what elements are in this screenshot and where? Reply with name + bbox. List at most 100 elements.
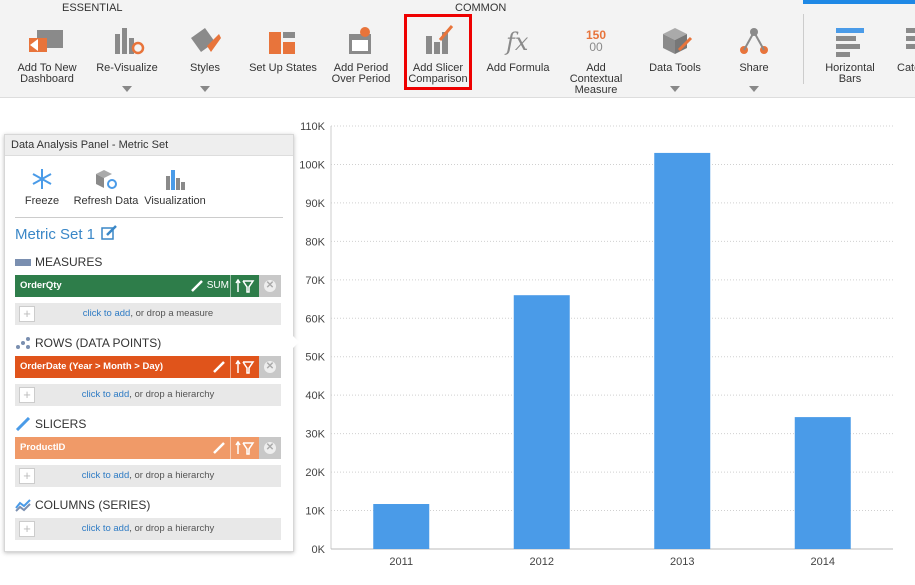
chevron-down-icon[interactable] — [122, 86, 132, 92]
bar-2013 — [654, 152, 711, 549]
chevron-down-icon[interactable] — [670, 86, 680, 92]
freeze-label: Freeze — [24, 195, 60, 207]
pencil-icon[interactable] — [213, 442, 225, 457]
freeze-button[interactable]: Freeze — [21, 167, 63, 207]
slicer-comparison-icon — [400, 22, 476, 60]
measure-pill-name: OrderQty — [20, 280, 62, 291]
data-tools-icon — [637, 22, 713, 60]
metric-set-title[interactable]: Metric Set 1 — [15, 225, 118, 245]
add-formula-label: Add Formula — [486, 62, 550, 74]
data-analysis-panel: Data Analysis Panel - Metric Set Freeze … — [4, 134, 294, 552]
group-label-essential: ESSENTIAL — [62, 2, 123, 14]
category-label-partial: Cate — [897, 62, 915, 74]
sort-filter-icon[interactable] — [230, 437, 259, 459]
slicers-header: SLICERS — [15, 417, 86, 431]
slicers-drop-zone[interactable]: + click to add, or drop a hierarchy — [15, 465, 281, 487]
slicer-icon — [15, 417, 31, 431]
series-icon — [15, 499, 31, 512]
slicers-label: SLICERS — [35, 417, 87, 431]
chevron-down-icon[interactable] — [200, 86, 210, 92]
measures-label: MEASURES — [35, 255, 103, 269]
remove-icon[interactable]: ✕ — [259, 437, 281, 459]
group-label-common: COMMON — [455, 2, 507, 14]
refresh-data-button[interactable]: Refresh Data — [73, 167, 139, 207]
sort-filter-icon[interactable] — [230, 356, 259, 378]
y-tick-label: 60K — [305, 313, 325, 325]
horizontal-bars-button[interactable]: Horizontal Bars — [812, 14, 888, 96]
add-formula-button[interactable]: fx Add Formula — [480, 14, 556, 96]
share-label: Share — [739, 62, 769, 74]
horizontal-bars-label-1: Horizontal — [825, 62, 875, 74]
share-button[interactable]: Share — [716, 14, 792, 96]
refresh-data-icon — [73, 167, 139, 191]
category-button-partial[interactable]: Cate — [891, 14, 915, 96]
click-to-add-link[interactable]: click to add — [83, 308, 131, 319]
scatter-icon — [16, 337, 30, 349]
calendar-icon — [323, 22, 399, 60]
columns-drop-zone[interactable]: + click to add, or drop a hierarchy — [15, 518, 281, 540]
x-tick-label: 2013 — [670, 556, 694, 568]
y-tick-label: 50K — [305, 352, 325, 364]
drop-hierarchy-text: , or drop a hierarchy — [129, 470, 215, 481]
toolbar-ribbon: ESSENTIAL COMMON Add To New Dashboard Re… — [0, 0, 915, 98]
slicer-pill-name: ProductID — [20, 442, 66, 453]
row-pill-orderdate[interactable]: OrderDate (Year > Month > Day) ✕ — [15, 356, 281, 378]
styles-button[interactable]: Styles — [167, 14, 243, 96]
paint-bucket-icon — [167, 22, 243, 60]
data-tools-label: Data Tools — [649, 62, 701, 74]
x-tick-label: 2014 — [811, 556, 835, 568]
y-tick-label: 10K — [305, 506, 325, 518]
click-to-add-link[interactable]: click to add — [82, 470, 130, 481]
rows-header: ROWS (DATA POINTS) — [15, 336, 161, 350]
remove-icon[interactable]: ✕ — [259, 356, 281, 378]
measure-pill-orderqty[interactable]: OrderQty SUM ✕ — [15, 275, 281, 297]
measure-aggregation[interactable]: SUM — [207, 275, 229, 297]
active-tab-indicator — [803, 0, 915, 4]
drop-measure-text: , or drop a measure — [130, 308, 214, 319]
horizontal-bars-icon — [812, 22, 888, 60]
add-slicer-label-1: Add Slicer — [412, 62, 464, 74]
click-to-add-link[interactable]: click to add — [82, 523, 130, 534]
revisualize-button[interactable]: Re-Visualize — [89, 14, 165, 96]
snowflake-icon — [21, 167, 63, 191]
columns-header: COLUMNS (SERIES) — [15, 498, 150, 512]
styles-label: Styles — [190, 62, 220, 74]
category-icon — [891, 22, 915, 60]
pencil-icon[interactable] — [191, 280, 203, 295]
remove-icon[interactable]: ✕ — [259, 275, 281, 297]
chevron-down-icon[interactable] — [749, 86, 759, 92]
share-icon — [716, 22, 792, 60]
drop-hierarchy-text: , or drop a hierarchy — [129, 523, 215, 534]
setup-states-label: Set Up States — [249, 62, 317, 74]
bar-2014 — [794, 417, 851, 549]
add-contextual-label-1: Add — [586, 62, 606, 74]
measures-header: MEASURES — [15, 255, 102, 269]
add-contextual-label-3: Measure — [574, 84, 618, 96]
y-tick-label: 20K — [305, 467, 325, 479]
edit-icon[interactable] — [101, 225, 118, 245]
add-slicer-comparison-button[interactable]: Add Slicer Comparison — [400, 14, 476, 96]
add-slicer-label-2: Comparison — [408, 73, 468, 85]
revisualize-icon — [89, 22, 165, 60]
add-contextual-measure-button[interactable]: 150 00 Add Contextual Measure — [558, 14, 634, 96]
slicer-pill-productid[interactable]: ProductID ✕ — [15, 437, 281, 459]
setup-states-button[interactable]: Set Up States — [245, 14, 321, 96]
measure-drop-zone[interactable]: + click to add, or drop a measure — [15, 303, 281, 325]
svg-text:fx: fx — [504, 28, 529, 56]
sort-filter-icon[interactable] — [230, 275, 259, 297]
click-to-add-link[interactable]: click to add — [82, 389, 130, 400]
y-tick-label: 110K — [300, 121, 326, 133]
rows-drop-zone[interactable]: + click to add, or drop a hierarchy — [15, 384, 281, 406]
add-to-dashboard-button[interactable]: Add To New Dashboard — [9, 14, 85, 96]
contextual-icon-bottom: 00 — [589, 40, 603, 54]
x-tick-label: 2012 — [530, 556, 554, 568]
bar-2012 — [513, 295, 570, 549]
y-tick-label: 0K — [312, 544, 326, 556]
visualization-label: Visualization — [144, 195, 206, 207]
y-tick-label: 40K — [305, 390, 325, 402]
data-tools-button[interactable]: Data Tools — [637, 14, 713, 96]
visualization-button[interactable]: Visualization — [143, 167, 207, 207]
y-tick-label: 90K — [305, 198, 325, 210]
add-period-over-period-button[interactable]: Add Period Over Period — [323, 14, 399, 96]
pencil-icon[interactable] — [213, 361, 225, 376]
